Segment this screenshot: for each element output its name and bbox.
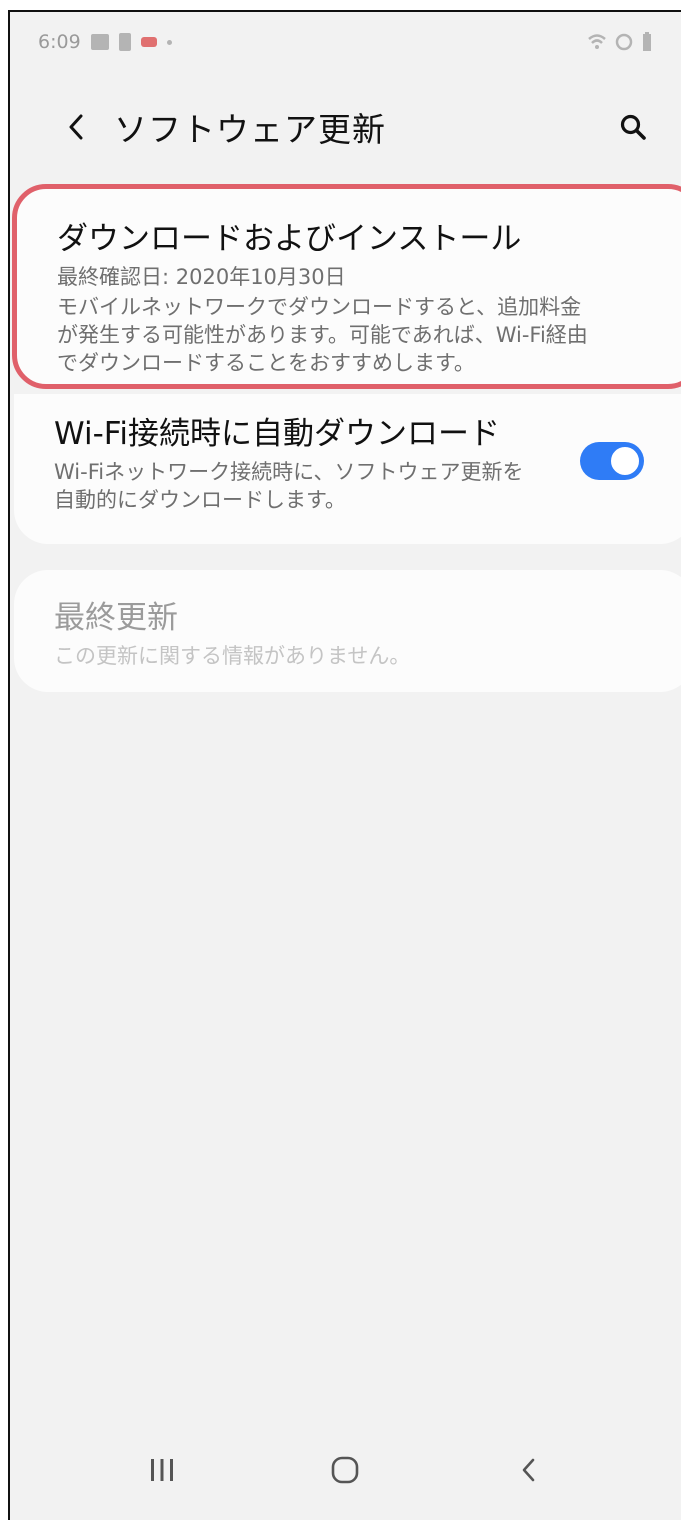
phone-screen: 6:09 ソフトウェア更新 ダウンロードおよびインストール 最終確認日: 202… (8, 10, 681, 1520)
more-notifications-icon (166, 39, 172, 45)
auto-download-toggle[interactable] (580, 442, 644, 480)
last-update-description: この更新に関する情報がありません。 (54, 644, 411, 668)
download-description: モバイルネットワークでダウンロードすると、追加料金 が発生する可能性があります。… (57, 293, 657, 377)
chevron-left-icon (69, 114, 83, 140)
search-button[interactable] (603, 97, 663, 157)
auto-download-description-line: Wi-Fiネットワーク接続時に、ソフトウェア更新を (54, 460, 524, 484)
back-button[interactable] (46, 97, 106, 157)
auto-download-description: Wi-Fiネットワーク接続時に、ソフトウェア更新を 自動的にダウンロードします。 (54, 458, 564, 514)
download-title: ダウンロードおよびインストール (57, 221, 522, 257)
search-icon (620, 114, 646, 140)
download-description-line: モバイルネットワークでダウンロードすると、追加料金 (57, 295, 582, 319)
download-description-line: でダウンロードすることをおすすめします。 (57, 351, 475, 375)
status-time: 6:09 (38, 31, 81, 53)
last-update-title: 最終更新 (54, 600, 178, 636)
recents-icon (150, 1459, 173, 1481)
nav-back-button[interactable] (489, 1440, 569, 1500)
page-title: ソフトウェア更新 (114, 110, 386, 149)
navigation-bar (10, 1420, 681, 1520)
last-update-item: 最終更新 この更新に関する情報がありません。 (14, 570, 681, 692)
last-checked-date: 最終確認日: 2020年10月30日 (57, 265, 346, 289)
auto-download-title: Wi-Fi接続時に自動ダウンロード (54, 416, 500, 452)
recents-button[interactable] (122, 1440, 202, 1500)
battery-icon (643, 32, 651, 51)
toggle-knob (608, 444, 642, 478)
download-description-line: が発生する可能性があります。可能であれば、Wi-Fi経由 (57, 323, 588, 347)
home-icon (332, 1456, 359, 1484)
app-bar: ソフトウェア更新 (10, 82, 681, 172)
app-notification-icon (140, 37, 157, 47)
download-and-install-item[interactable]: ダウンロードおよびインストール 最終確認日: 2020年10月30日 モバイルネ… (12, 184, 681, 389)
home-button[interactable] (305, 1440, 385, 1500)
auto-download-item[interactable]: Wi-Fi接続時に自動ダウンロード Wi-Fiネットワーク接続時に、ソフトウェア… (14, 394, 681, 544)
nav-back-icon (522, 1458, 535, 1482)
auto-download-text: Wi-Fi接続時に自動ダウンロード Wi-Fiネットワーク接続時に、ソフトウェア… (54, 414, 564, 514)
wifi-icon (588, 34, 606, 49)
status-right (587, 32, 653, 52)
sync-icon (615, 33, 633, 51)
status-left: 6:09 (38, 31, 172, 53)
status-bar: 6:09 (10, 12, 681, 72)
auto-download-description-line: 自動的にダウンロードします。 (54, 488, 346, 512)
gallery-notification-icon (90, 34, 109, 50)
phone-notification-icon (118, 33, 131, 51)
